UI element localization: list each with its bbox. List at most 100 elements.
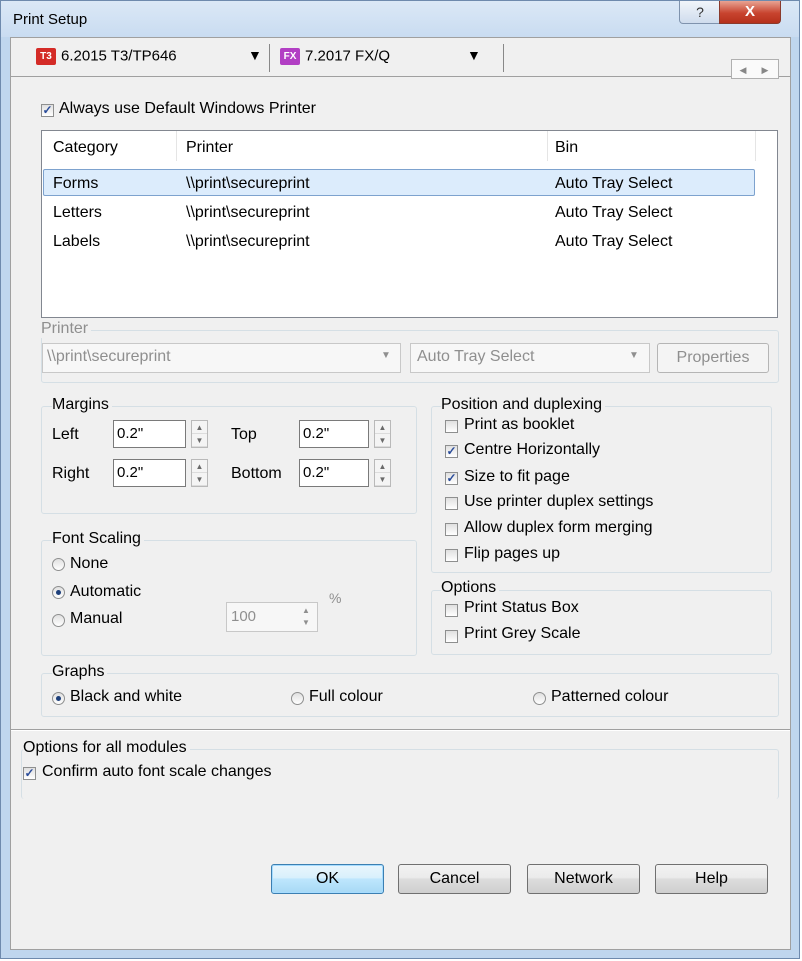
font-scaling-automatic-radio[interactable] — [52, 586, 65, 599]
network-button[interactable]: Network — [527, 864, 640, 894]
window-title: Print Setup — [13, 11, 88, 28]
confirm-font-scale-label: Confirm auto font scale changes — [42, 763, 272, 780]
font-scaling-label: Font Scaling — [52, 530, 144, 548]
list-item-printer[interactable]: \\print\secureprint — [186, 233, 310, 251]
percent-label: % — [329, 590, 342, 606]
print-grey-scale-checkbox[interactable] — [445, 630, 458, 643]
column-header-printer[interactable]: Printer — [186, 139, 233, 157]
graphs-black-white-radio[interactable] — [52, 692, 65, 705]
margin-right-label: Right — [52, 465, 90, 482]
font-scaling-manual-label: Manual — [70, 610, 123, 627]
spin-down-icon[interactable]: ▼ — [375, 434, 390, 447]
flip-pages-checkbox[interactable] — [445, 549, 458, 562]
spin-up-icon[interactable]: ▲ — [192, 460, 207, 473]
margin-left-input[interactable]: 0.2" — [113, 420, 186, 448]
centre-horizontally-checkbox[interactable]: ✓ — [445, 445, 458, 458]
duplex-merging-checkbox[interactable] — [445, 523, 458, 536]
printer-select-value: \\print\secureprint — [47, 348, 171, 365]
flip-pages-label: Flip pages up — [464, 545, 561, 562]
tab-module-fx-label: 7.2017 FX/Q — [305, 47, 391, 65]
all-modules-label: Options for all modules — [23, 739, 190, 757]
margin-bottom-spinner[interactable]: ▲ ▼ — [374, 459, 391, 487]
margin-left-spinner[interactable]: ▲ ▼ — [191, 420, 208, 448]
tab-scroll-right-icon[interactable]: ▶ — [754, 61, 776, 79]
position-duplexing-label: Position and duplexing — [441, 396, 606, 414]
graphs-patterned-radio[interactable] — [533, 692, 546, 705]
margin-bottom-label: Bottom — [231, 465, 282, 482]
margin-left-label: Left — [52, 426, 79, 443]
column-divider — [547, 131, 548, 161]
font-scaling-manual-radio[interactable] — [52, 614, 65, 627]
font-scaling-none-label: None — [70, 555, 109, 572]
column-header-bin[interactable]: Bin — [555, 139, 578, 157]
tab-module-fx-dropdown-icon[interactable]: ▼ — [467, 47, 481, 71]
margin-top-label: Top — [231, 426, 257, 443]
properties-button[interactable]: Properties — [657, 343, 769, 373]
print-grey-scale-label: Print Grey Scale — [464, 625, 581, 642]
graphs-full-colour-label: Full colour — [309, 688, 383, 705]
list-item-bin[interactable]: Auto Tray Select — [555, 204, 672, 222]
tab-scroll-left-icon[interactable]: ◀ — [732, 61, 754, 79]
tab-module-fx[interactable]: FX 7.2017 FX/Q — [280, 47, 390, 71]
spin-up-icon[interactable]: ▲ — [302, 605, 310, 617]
printer-select[interactable]: \\print\secureprint ▼ — [42, 343, 401, 373]
list-item-printer[interactable]: \\print\secureprint — [186, 204, 310, 222]
chevron-down-icon: ▼ — [629, 350, 639, 361]
close-icon[interactable]: X — [719, 1, 781, 24]
graphs-label: Graphs — [52, 663, 108, 681]
margin-right-spinner[interactable]: ▲ ▼ — [191, 459, 208, 487]
print-status-box-checkbox[interactable] — [445, 604, 458, 617]
margin-top-spinner[interactable]: ▲ ▼ — [374, 420, 391, 448]
list-item-category[interactable]: Forms — [53, 175, 98, 193]
fx-module-icon: FX — [280, 47, 300, 65]
margin-bottom-input[interactable]: 0.2" — [299, 459, 369, 487]
printer-duplex-checkbox[interactable] — [445, 497, 458, 510]
spin-up-icon[interactable]: ▲ — [375, 460, 390, 473]
list-item-bin[interactable]: Auto Tray Select — [555, 175, 672, 193]
spin-down-icon[interactable]: ▼ — [192, 434, 207, 447]
help-icon[interactable]: ? — [679, 1, 721, 24]
manual-scale-input[interactable]: 100 ▲ ▼ — [226, 602, 318, 632]
spin-up-icon[interactable]: ▲ — [192, 421, 207, 434]
list-item-bin[interactable]: Auto Tray Select — [555, 233, 672, 251]
print-booklet-checkbox[interactable] — [445, 420, 458, 433]
spin-down-icon[interactable]: ▼ — [375, 473, 390, 486]
bin-select-value: Auto Tray Select — [417, 348, 535, 365]
default-printer-checkbox[interactable]: ✓ — [41, 104, 54, 117]
printer-group-label: Printer — [41, 320, 92, 338]
list-item-category[interactable]: Letters — [53, 204, 102, 222]
default-printer-label: Always use Default Windows Printer — [59, 100, 316, 117]
ok-button[interactable]: OK — [271, 864, 384, 894]
printer-category-list[interactable] — [41, 130, 778, 318]
confirm-font-scale-checkbox[interactable]: ✓ — [23, 767, 36, 780]
graphs-full-colour-radio[interactable] — [291, 692, 304, 705]
printer-duplex-label: Use printer duplex settings — [464, 493, 654, 510]
column-header-category[interactable]: Category — [53, 139, 118, 157]
spin-down-icon[interactable]: ▼ — [302, 617, 310, 629]
font-scaling-automatic-label: Automatic — [70, 583, 142, 600]
tab-module-t3[interactable]: T3 6.2015 T3/TP646 — [36, 47, 177, 71]
options-label: Options — [441, 579, 500, 597]
margins-label: Margins — [52, 396, 112, 414]
module-tab-strip: T3 6.2015 T3/TP646 ▼ FX 7.2017 FX/Q ▼ — [11, 38, 790, 77]
list-item-category[interactable]: Labels — [53, 233, 100, 251]
help-button[interactable]: Help — [655, 864, 768, 894]
margin-top-input[interactable]: 0.2" — [299, 420, 369, 448]
margin-right-input[interactable]: 0.2" — [113, 459, 186, 487]
font-scaling-none-radio[interactable] — [52, 558, 65, 571]
bin-select[interactable]: Auto Tray Select ▼ — [410, 343, 650, 373]
graphs-black-white-label: Black and white — [70, 688, 183, 705]
size-to-fit-label: Size to fit page — [464, 468, 570, 485]
size-to-fit-checkbox[interactable]: ✓ — [445, 472, 458, 485]
spin-up-icon[interactable]: ▲ — [375, 421, 390, 434]
spin-down-icon[interactable]: ▼ — [192, 473, 207, 486]
duplex-merging-label: Allow duplex form merging — [464, 519, 653, 536]
list-item-printer[interactable]: \\print\secureprint — [186, 175, 310, 193]
print-booklet-label: Print as booklet — [464, 416, 575, 433]
cancel-button[interactable]: Cancel — [398, 864, 511, 894]
t3-module-icon: T3 — [36, 47, 56, 65]
tab-separator — [503, 44, 504, 72]
column-divider — [755, 131, 756, 161]
tab-module-t3-dropdown-icon[interactable]: ▼ — [248, 47, 262, 71]
tab-module-t3-label: 6.2015 T3/TP646 — [61, 47, 177, 65]
